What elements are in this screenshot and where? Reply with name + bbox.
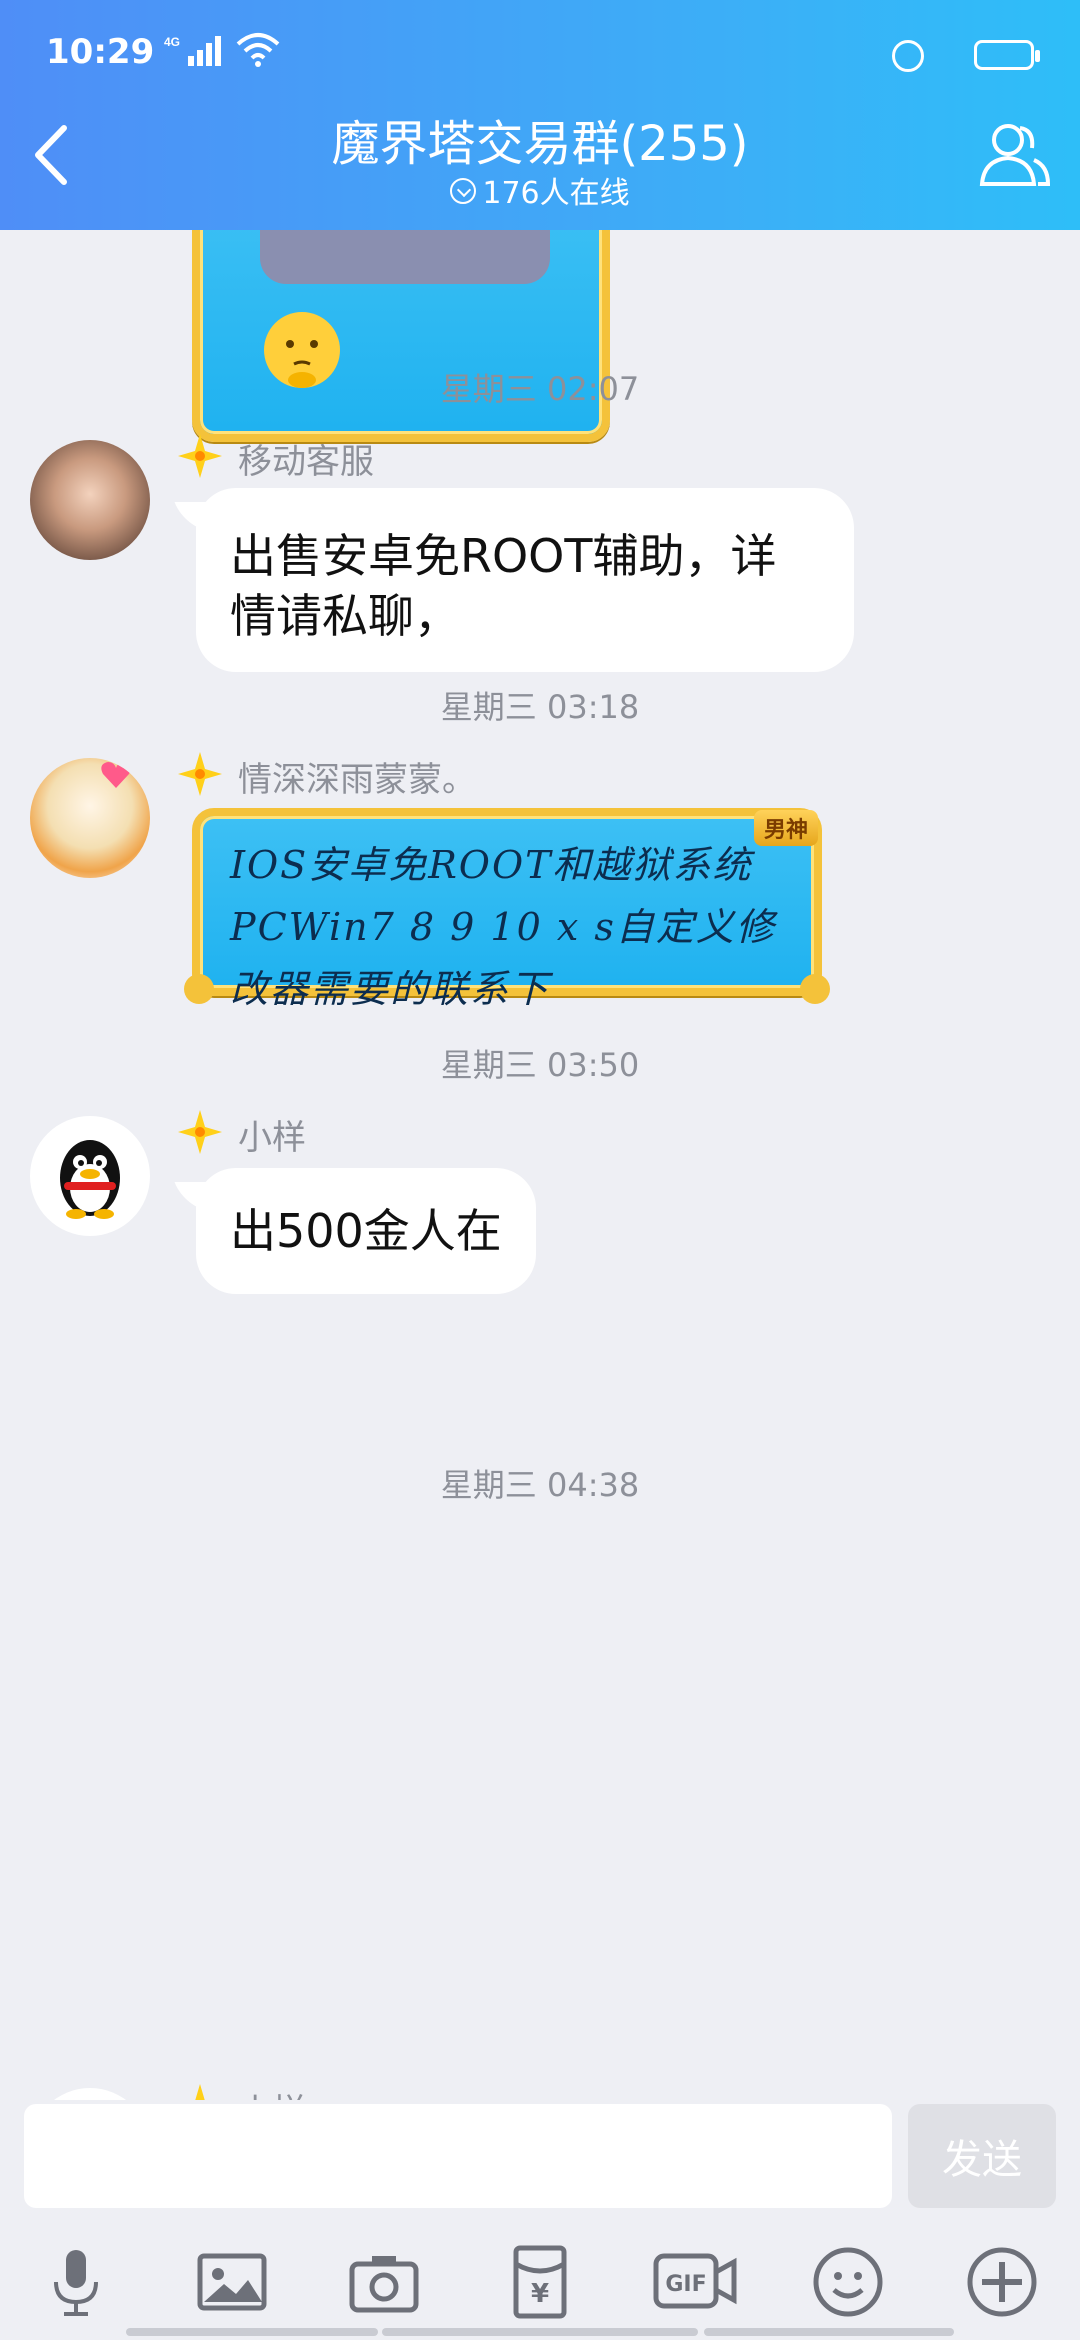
group-title[interactable]: 魔界塔交易群(255) (0, 104, 1080, 174)
online-count[interactable]: 176人在线 (0, 168, 1080, 212)
sender-name[interactable]: 移动客服 (238, 434, 374, 483)
input-toolbar: ¥ GIF (0, 2242, 1080, 2332)
timestamp: 星期三 02:07 (440, 370, 640, 408)
timestamp: 星期三 04:38 (440, 1466, 640, 1504)
svg-text:GIF: GIF (665, 2272, 706, 2297)
member-star-icon (178, 434, 222, 478)
network-label: 4G (164, 35, 180, 49)
online-count-label: 176人在线 (482, 176, 630, 211)
mic-icon[interactable] (36, 2242, 116, 2322)
gif-icon[interactable]: GIF (652, 2242, 740, 2322)
avatar[interactable] (30, 1116, 150, 1236)
status-bar: 10:29 4G (46, 28, 1040, 78)
bubble-corner-ornament (800, 974, 830, 1004)
member-star-icon (178, 752, 222, 796)
wifi-icon (236, 33, 280, 67)
nav-indicator (126, 2328, 378, 2336)
avatar[interactable] (30, 758, 150, 878)
title-tag: 男神 (753, 810, 818, 846)
message-text: IOS安卓免ROOT和越狱系统PCWin7 8 9 10 x s自定义修改器需要… (230, 843, 776, 1011)
message-text: 出售安卓免ROOT辅助，详情请私聊， (230, 529, 777, 643)
previous-message-bubble[interactable] (192, 230, 610, 442)
message-bubble-fancy[interactable]: IOS安卓免ROOT和越狱系统PCWin7 8 9 10 x s自定义修改器需要… (184, 808, 830, 1011)
group-members-button[interactable] (974, 116, 1054, 196)
timestamp: 星期三 03:50 (440, 1046, 640, 1084)
member-star-icon (195, 2084, 205, 2100)
camera-icon[interactable] (344, 2242, 424, 2322)
message-bubble[interactable]: 出售安卓免ROOT辅助，详情请私聊， (196, 488, 854, 672)
plus-icon[interactable] (962, 2242, 1042, 2322)
timestamp: 星期三 03:18 (440, 688, 640, 726)
message-input[interactable] (24, 2104, 892, 2208)
chevron-down-icon (450, 177, 477, 204)
bubble-corner-ornament (184, 974, 214, 1004)
svg-text:¥: ¥ (531, 2279, 549, 2309)
battery-icon (974, 40, 1040, 70)
sender-name[interactable]: 小样 (238, 2084, 306, 2100)
previous-message-image (260, 230, 550, 284)
avatar[interactable] (30, 2088, 150, 2100)
nav-indicator (704, 2328, 954, 2336)
sender-name[interactable]: 情深深雨蒙蒙。 (238, 752, 476, 801)
chat-area[interactable]: 星期三 02:07 移动客服 出售安卓免ROOT辅助，详情请私聊， 星期三 03… (0, 230, 1080, 2100)
message-bubble[interactable]: 出500金人在 (196, 1168, 536, 1294)
sender-name[interactable]: 小样 (238, 1110, 306, 1159)
message-text: 出500金人在 (230, 1204, 502, 1258)
chat-header: 10:29 4G 魔界塔交易群(255) 176人在线 (0, 0, 1080, 230)
avatar[interactable] (30, 440, 150, 560)
qq-penguin-icon (60, 1140, 120, 1219)
nav-indicator (382, 2328, 698, 2336)
signal-icon: 4G (164, 35, 221, 66)
input-bar: 发送 ¥ GIF (0, 2100, 1080, 2340)
emoji-icon[interactable] (808, 2242, 888, 2322)
heart-icon (101, 762, 131, 788)
image-icon[interactable] (192, 2242, 272, 2322)
rotation-lock-icon (892, 40, 924, 72)
member-star-icon (178, 1110, 222, 1154)
red-packet-icon[interactable]: ¥ (500, 2242, 580, 2322)
status-time: 10:29 (46, 32, 155, 72)
send-button[interactable]: 发送 (908, 2104, 1056, 2208)
